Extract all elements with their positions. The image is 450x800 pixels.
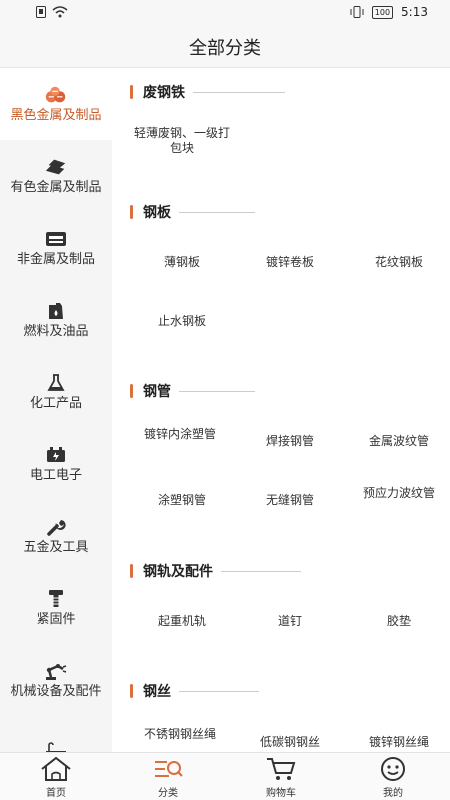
cart-icon [265, 755, 297, 783]
tab-label: 分类 [158, 788, 178, 799]
section-header-steel-pipe: 钢管 [130, 381, 255, 401]
robot-arm-icon [44, 661, 68, 681]
category-item[interactable]: 花纹钢板 [349, 255, 449, 270]
sidebar-item-label: 紧固件 [36, 611, 76, 627]
sidebar-item-label: 黑色金属及制品 [10, 107, 102, 123]
sidebar-item-electrical[interactable]: 电工电子 [0, 428, 112, 500]
category-item[interactable]: 金属波纹管 [349, 434, 449, 449]
category-item[interactable]: 预应力波纹管 [349, 486, 449, 501]
section-header-steel-plate: 钢板 [130, 202, 255, 222]
category-item[interactable]: 镀锌卷板 [240, 255, 340, 270]
tab-label: 我的 [383, 788, 403, 799]
sidebar-item-sanitary[interactable] [0, 716, 112, 752]
section-header-rail: 钢轨及配件 [130, 561, 301, 581]
tab-category[interactable]: 分类 [123, 755, 213, 799]
section-title: 钢管 [143, 384, 171, 400]
sidebar-item-label: 燃料及油品 [23, 323, 89, 339]
smiley-icon [379, 755, 407, 783]
category-item[interactable]: 无缝钢管 [240, 493, 340, 508]
sidebar-item-label: 五金及工具 [23, 539, 89, 555]
section-header-steel-wire: 钢丝 [130, 681, 259, 701]
category-sidebar: 黑色金属及制品 有色金属及制品 非金属及制品 燃料及油品 化工产品 电工电子 五… [0, 68, 112, 752]
flask-icon [44, 373, 68, 393]
header: 全部分类 [0, 28, 450, 68]
vibrate-icon [350, 6, 364, 18]
category-item[interactable]: 轻薄废钢、一级打包块 [132, 126, 232, 156]
status-right: 100 5:13 [350, 5, 428, 19]
category-item[interactable]: 胶垫 [349, 614, 449, 629]
sidebar-item-hardware-tools[interactable]: 五金及工具 [0, 500, 112, 572]
category-item[interactable]: 道钉 [240, 614, 340, 629]
sim-icon [36, 6, 46, 18]
category-content: 废钢铁 轻薄废钢、一级打包块 钢板 薄钢板 镀锌卷板 花纹钢板 止水钢板 钢管 … [112, 68, 450, 752]
category-item[interactable]: 薄钢板 [132, 255, 232, 270]
section-accent-bar [130, 205, 133, 219]
section-divider [179, 690, 259, 692]
section-divider [193, 91, 285, 93]
tab-home[interactable]: 首页 [11, 755, 101, 799]
sidebar-item-label: 有色金属及制品 [10, 179, 102, 195]
page-title: 全部分类 [189, 38, 261, 59]
category-item[interactable]: 起重机轨 [132, 614, 232, 629]
tab-mine[interactable]: 我的 [348, 755, 438, 799]
category-item[interactable]: 低碳钢钢丝 [240, 735, 340, 750]
category-item[interactable]: 镀锌钢丝绳 [349, 735, 449, 750]
sidebar-item-fasteners[interactable]: 紧固件 [0, 572, 112, 644]
sidebar-item-nonferrous-metals[interactable]: 有色金属及制品 [0, 140, 112, 212]
wifi-icon [52, 6, 68, 18]
metal-bars-icon [44, 157, 68, 177]
screw-icon [44, 589, 68, 609]
sidebar-item-label: 机械设备及配件 [10, 683, 102, 699]
bathtub-icon [44, 741, 68, 752]
section-accent-bar [130, 384, 133, 398]
sidebar-item-label: 化工产品 [29, 395, 82, 411]
section-divider [179, 390, 255, 392]
section-header-scrap-steel: 废钢铁 [130, 82, 285, 102]
fuel-can-icon [44, 301, 68, 321]
category-item[interactable]: 不锈钢钢丝绳 [132, 727, 228, 742]
category-item[interactable]: 涂塑钢管 [132, 493, 232, 508]
sidebar-item-fuel[interactable]: 燃料及油品 [0, 284, 112, 356]
nonmetal-icon [44, 229, 68, 249]
section-accent-bar [130, 85, 133, 99]
sidebar-item-nonmetals[interactable]: 非金属及制品 [0, 212, 112, 284]
status-bar: 100 5:13 [0, 0, 450, 28]
section-title: 钢丝 [143, 684, 171, 700]
category-item[interactable]: 镀锌内涂塑管 [132, 427, 228, 442]
sidebar-item-label: 非金属及制品 [16, 251, 95, 267]
sidebar-item-ferrous-metals[interactable]: 黑色金属及制品 [0, 68, 112, 140]
section-accent-bar [130, 684, 133, 698]
category-item[interactable]: 止水钢板 [132, 314, 232, 329]
sidebar-item-label: 电工电子 [29, 467, 82, 483]
section-divider [221, 570, 301, 572]
category-item[interactable]: 焊接钢管 [240, 434, 340, 449]
sidebar-item-chemicals[interactable]: 化工产品 [0, 356, 112, 428]
section-title: 钢轨及配件 [143, 564, 213, 580]
home-icon [39, 755, 73, 783]
category-search-icon [152, 755, 184, 783]
bottom-tab-bar: 首页 分类 购物车 我的 [0, 752, 450, 800]
wrench-icon [44, 517, 68, 537]
section-title: 废钢铁 [143, 85, 185, 101]
section-divider [179, 211, 255, 213]
clock: 5:13 [401, 5, 428, 19]
sidebar-item-machinery[interactable]: 机械设备及配件 [0, 644, 112, 716]
battery-icon [44, 445, 68, 465]
section-accent-bar [130, 564, 133, 578]
tab-cart[interactable]: 购物车 [236, 755, 326, 799]
section-title: 钢板 [143, 205, 171, 221]
tab-label: 首页 [46, 788, 66, 799]
metal-ingot-icon [44, 85, 68, 105]
battery-indicator: 100 [371, 5, 394, 19]
status-left [36, 6, 68, 18]
tab-label: 购物车 [266, 788, 296, 799]
